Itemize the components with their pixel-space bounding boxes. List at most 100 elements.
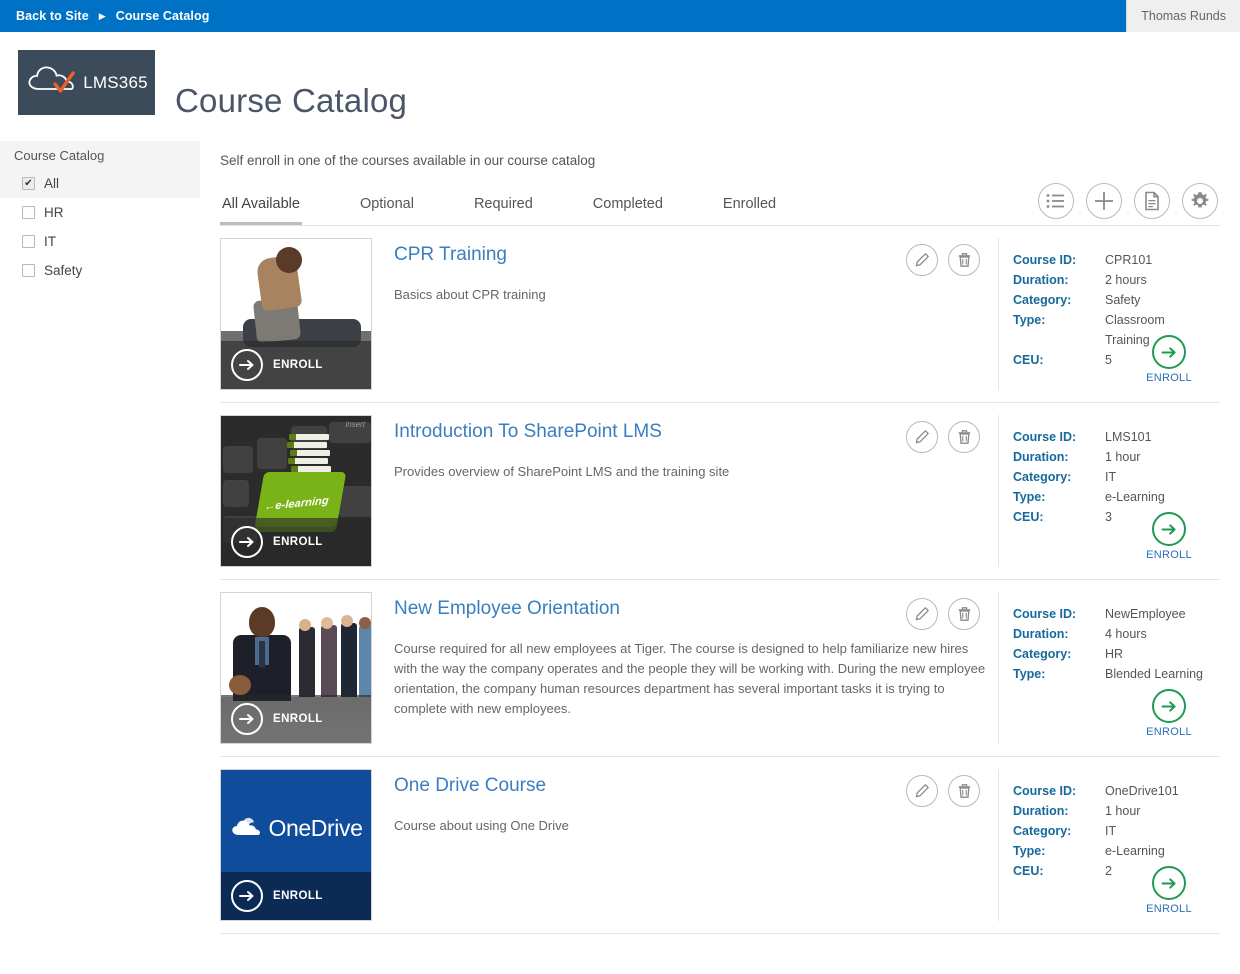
delete-course-button[interactable] (948, 775, 980, 807)
enroll-overlay-label: ENROLL (273, 713, 323, 725)
meta-label: Duration: (1013, 627, 1069, 641)
sidebar: Course Catalog ✔ All HR IT Safety (0, 135, 200, 974)
enroll-button[interactable]: ENROLL (1140, 512, 1198, 561)
tab-optional[interactable]: Optional (358, 190, 416, 225)
tab-enrolled[interactable]: Enrolled (721, 190, 778, 225)
checkbox-icon[interactable] (22, 264, 35, 277)
meta-category: Category: Safety (1013, 290, 1220, 310)
meta-value: 5 (1105, 353, 1112, 367)
course-description: Course about using One Drive (394, 817, 569, 833)
tab-bar: All Available Optional Required Complete… (220, 183, 1220, 226)
course-list: ENROLL CPR Training Basics about CPR tra… (220, 226, 1220, 934)
arrow-right-icon (1152, 512, 1186, 546)
onedrive-cloud-icon (230, 814, 264, 843)
course-metadata: Course ID: CPR101 Duration: 2 hours Cate… (998, 238, 1220, 390)
gear-icon[interactable] (1182, 183, 1218, 219)
course-details: New Employee Orientation Course required… (372, 592, 998, 744)
edit-course-button[interactable] (906, 598, 938, 630)
meta-course-id: Course ID: LMS101 (1013, 427, 1220, 447)
meta-label: Category: (1013, 824, 1072, 838)
delete-course-button[interactable] (948, 598, 980, 630)
delete-course-button[interactable] (948, 421, 980, 453)
meta-value: 4 hours (1105, 627, 1147, 641)
sidebar-filter-safety[interactable]: Safety (0, 256, 200, 285)
meta-label: Course ID: (1013, 607, 1077, 621)
course-thumbnail[interactable]: insert ←e-learning ENROLL (220, 415, 372, 567)
course-metadata: Course ID: OneDrive101 Duration: 1 hour … (998, 769, 1220, 921)
meta-course-id: Course ID: OneDrive101 (1013, 781, 1220, 801)
arrow-right-icon (231, 703, 263, 735)
meta-value: 3 (1105, 510, 1112, 524)
suite-bar: Back to Site ▶ Course Catalog Thomas Run… (0, 0, 1240, 32)
thumbnail-enroll-overlay[interactable]: ENROLL (221, 872, 371, 920)
meta-label: CEU: (1013, 353, 1044, 367)
course-details: Introduction To SharePoint LMS Provides … (372, 415, 998, 567)
thumbnail-enroll-overlay[interactable]: ENROLL (221, 518, 371, 566)
report-document-icon[interactable] (1134, 183, 1170, 219)
course-row-actions (906, 244, 980, 276)
edit-course-button[interactable] (906, 244, 938, 276)
arrow-right-icon (231, 349, 263, 381)
meta-label: CEU: (1013, 864, 1044, 878)
meta-label: Type: (1013, 667, 1046, 681)
meta-value: NewEmployee (1105, 607, 1186, 621)
edit-course-button[interactable] (906, 775, 938, 807)
breadcrumb-separator-icon: ▶ (98, 10, 106, 21)
meta-label: Course ID: (1013, 430, 1077, 444)
sidebar-filter-it[interactable]: IT (0, 227, 200, 256)
back-to-site-link[interactable]: Back to Site (16, 9, 89, 23)
meta-category: Category: HR (1013, 644, 1220, 664)
meta-label: Course ID: (1013, 784, 1077, 798)
meta-value: e-Learning (1105, 844, 1165, 858)
meta-value: Blended Learning (1105, 667, 1203, 681)
tab-completed[interactable]: Completed (591, 190, 665, 225)
arrow-right-icon (1152, 866, 1186, 900)
checkbox-checked-icon[interactable]: ✔ (22, 177, 35, 190)
meta-type: Type: e-Learning (1013, 841, 1220, 861)
checkbox-icon[interactable] (22, 206, 35, 219)
thumbnail-enroll-overlay[interactable]: ENROLL (221, 695, 371, 743)
edit-course-button[interactable] (906, 421, 938, 453)
enroll-button-label: ENROLL (1146, 372, 1192, 384)
course-description: Course required for all new employees at… (394, 640, 986, 717)
meta-category: Category: IT (1013, 467, 1220, 487)
tab-all-available[interactable]: All Available (220, 190, 302, 225)
enroll-button[interactable]: ENROLL (1140, 335, 1198, 384)
user-menu[interactable]: Thomas Runds (1126, 0, 1240, 32)
arrow-right-icon (231, 880, 263, 912)
meta-course-id: Course ID: CPR101 (1013, 250, 1220, 270)
course-thumbnail[interactable]: ENROLL (220, 592, 372, 744)
course-row-actions (906, 775, 980, 807)
enroll-overlay-label: ENROLL (273, 536, 323, 548)
meta-label: Duration: (1013, 804, 1069, 818)
enroll-overlay-label: ENROLL (273, 890, 323, 902)
course-thumbnail[interactable]: OneDrive ENROLL (220, 769, 372, 921)
meta-label: Duration: (1013, 273, 1069, 287)
breadcrumb: Back to Site ▶ Course Catalog (0, 9, 209, 23)
meta-value: e-Learning (1105, 490, 1165, 504)
tab-required[interactable]: Required (472, 190, 535, 225)
meta-label: CEU: (1013, 510, 1044, 524)
lms365-logo[interactable]: LMS365 (18, 50, 155, 115)
course-row: OneDrive ENROLL One Drive Course Course … (220, 757, 1220, 934)
delete-course-button[interactable] (948, 244, 980, 276)
sidebar-filter-label: All (44, 176, 60, 191)
meta-value: IT (1105, 824, 1117, 838)
list-view-icon[interactable] (1038, 183, 1074, 219)
thumbnail-enroll-overlay[interactable]: ENROLL (221, 341, 371, 389)
course-thumbnail[interactable]: ENROLL (220, 238, 372, 390)
add-course-icon[interactable] (1086, 183, 1122, 219)
meta-value: Safety (1105, 293, 1141, 307)
checkbox-icon[interactable] (22, 235, 35, 248)
meta-label: Type: (1013, 490, 1046, 504)
meta-value: 1 hour (1105, 450, 1141, 464)
meta-value: 1 hour (1105, 804, 1141, 818)
enroll-button[interactable]: ENROLL (1140, 866, 1198, 915)
enroll-button-label: ENROLL (1146, 726, 1192, 738)
sidebar-filter-all[interactable]: ✔ All (0, 169, 200, 198)
cloud-check-icon (25, 60, 83, 105)
sidebar-heading: Course Catalog (0, 141, 200, 169)
arrow-right-icon (1152, 689, 1186, 723)
sidebar-filter-hr[interactable]: HR (0, 198, 200, 227)
enroll-button[interactable]: ENROLL (1140, 689, 1198, 738)
